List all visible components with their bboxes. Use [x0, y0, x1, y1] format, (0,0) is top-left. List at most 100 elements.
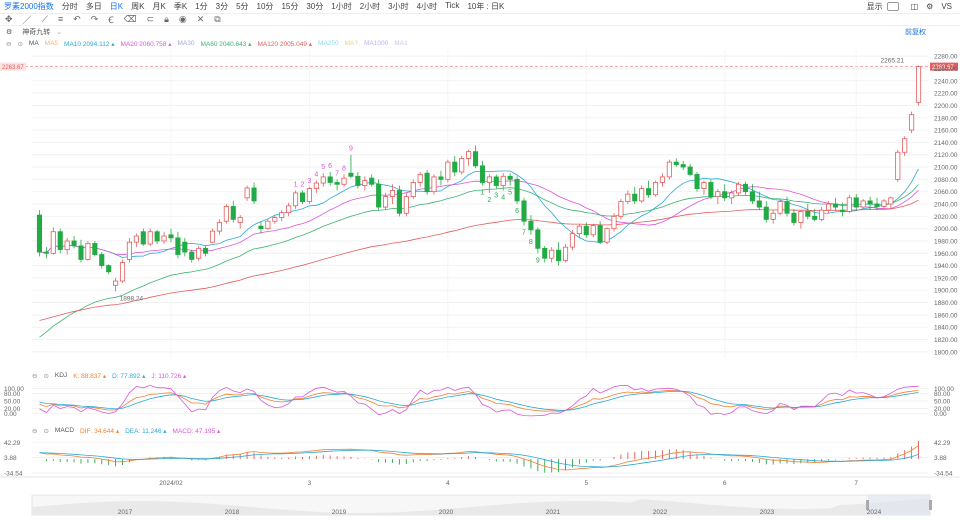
candle-body-127 [915, 66, 922, 103]
candle-body-60 [452, 161, 458, 173]
candle-body-64 [479, 165, 486, 183]
candle-body-2 [50, 231, 56, 254]
candle-body-28 [230, 206, 236, 220]
grid: 2263.67 2263.67 [0, 50, 958, 358]
timeline-year-2: 2019 [332, 509, 347, 516]
candle-body-51 [389, 190, 396, 198]
y-tick-5: 2180.00 [934, 115, 958, 122]
candle-body-105 [763, 206, 769, 220]
candle-body-48 [369, 177, 375, 185]
candle-body-14 [133, 235, 139, 243]
candle-body-101 [736, 183, 742, 194]
candle-body-59 [445, 161, 451, 180]
y-tick-20: 1880.00 [934, 300, 958, 307]
candle-body-119 [860, 200, 866, 208]
candle-body-77 [569, 233, 575, 248]
candle-body-126 [909, 114, 915, 131]
nine-turn-label-11: 3 [494, 193, 498, 200]
nine-turn-label-2: 3 [307, 178, 311, 185]
y-axis: 2280.00 2260.00 2240.00 2220.00 2200.00 2180.… [934, 54, 958, 357]
candle-body-38 [299, 192, 306, 202]
y-tick-4: 2200.00 [934, 103, 958, 110]
candle-body-71 [528, 220, 534, 231]
y-tick-14: 2000.00 [934, 226, 958, 233]
candle-body-70 [521, 200, 527, 222]
y-tick-3: 2220.00 [934, 91, 958, 98]
y-tick-24: 1800.00 [934, 349, 958, 356]
candle-body-1 [43, 251, 49, 254]
nine-turn-label-3: 4 [314, 172, 318, 179]
candle-body-121 [874, 203, 880, 207]
kdj-y-tick-left-1: 80.00 [4, 391, 21, 398]
candle-body-120 [867, 200, 873, 205]
macd-panel: 42.29 42.29 3.88 3.88 -34.54 -34.54 [4, 440, 953, 478]
timeline-year-3: 2020 [439, 509, 454, 516]
timeline-year-5: 2022 [653, 509, 668, 516]
candlestick-chart[interactable]: 2263.67 2263.67 2265.211898.24 1 2345 67891… [0, 0, 960, 520]
macd-y-tick-left-1: 3.88 [4, 455, 17, 462]
x-label-5: 7 [854, 480, 858, 487]
candle-body-110 [798, 210, 804, 223]
candle-body-123 [888, 197, 894, 205]
candle-body-91 [666, 161, 672, 178]
nine-turn-label-6: 7 [335, 170, 339, 177]
candle-body-72 [535, 229, 541, 249]
candle-body-39 [306, 188, 312, 202]
nine-turn-label-10: 2 [487, 197, 491, 204]
nine-turn-label-0: 1 [294, 181, 298, 188]
kdj-panel: 100.00100.0080.0080.0050.0050.0020.0020.… [4, 384, 954, 418]
candle-body-109 [791, 212, 797, 223]
candle-body-36 [286, 205, 292, 214]
candle-body-99 [722, 191, 728, 199]
nine-turn-label-16: 8 [529, 239, 533, 246]
candle-body-79 [583, 225, 589, 236]
macd-y-tick-1: 3.88 [934, 455, 947, 462]
candle-body-57 [431, 176, 437, 193]
candle-body-20 [175, 237, 181, 255]
candle-body-95 [694, 174, 700, 190]
nine-turn-label-7: 8 [342, 165, 346, 172]
candle-body-53 [403, 196, 409, 214]
macd-dea-line [39, 449, 919, 468]
y-tick-6: 2160.00 [934, 128, 958, 135]
kdj-y-tick-left-2: 50.00 [4, 399, 21, 406]
timeline-handle-right [929, 500, 932, 510]
timeline-year-0: 2017 [118, 509, 133, 516]
nine-turn-label-1: 2 [300, 181, 304, 188]
candle-body-3 [57, 231, 63, 250]
candle-body-104 [756, 200, 762, 208]
candle-body-32 [258, 225, 264, 230]
candle-body-90 [659, 176, 665, 183]
kdj-y-tick-4: 0.00 [934, 411, 947, 418]
candle-body-80 [590, 225, 596, 236]
candle-body-78 [576, 225, 582, 234]
y-tick-15: 1980.00 [934, 238, 958, 245]
candle-body-65 [486, 176, 492, 183]
candle-body-43 [334, 182, 340, 185]
candle-body-100 [729, 192, 735, 199]
candle-body-4 [64, 240, 70, 250]
candle-body-108 [784, 201, 790, 214]
y-tick-18: 1920.00 [934, 275, 958, 282]
candle-body-31 [251, 187, 257, 202]
candle-body-37 [293, 192, 299, 207]
candle-body-21 [182, 241, 188, 253]
candle-body-54 [410, 182, 416, 198]
candle-body-94 [687, 166, 693, 175]
candle-body-88 [646, 188, 652, 196]
candle-body-58 [438, 176, 444, 180]
candle-body-106 [770, 212, 776, 220]
nine-turn-label-8: 9 [349, 146, 353, 153]
y-tick-19: 1900.00 [934, 288, 958, 295]
x-label-0: 2024/02 [159, 480, 183, 487]
macd-y-tick-left-0: 42.29 [4, 440, 21, 447]
candle-body-112 [812, 215, 818, 220]
candle-body-16 [147, 231, 153, 245]
candle-body-40 [313, 182, 319, 189]
candle-body-44 [341, 177, 347, 185]
nine-turn-label-4: 5 [321, 164, 325, 171]
candle-body-67 [500, 175, 506, 186]
candle-body-19 [168, 234, 174, 239]
candle-body-116 [839, 209, 845, 212]
timeline-year-1: 2018 [225, 509, 240, 516]
